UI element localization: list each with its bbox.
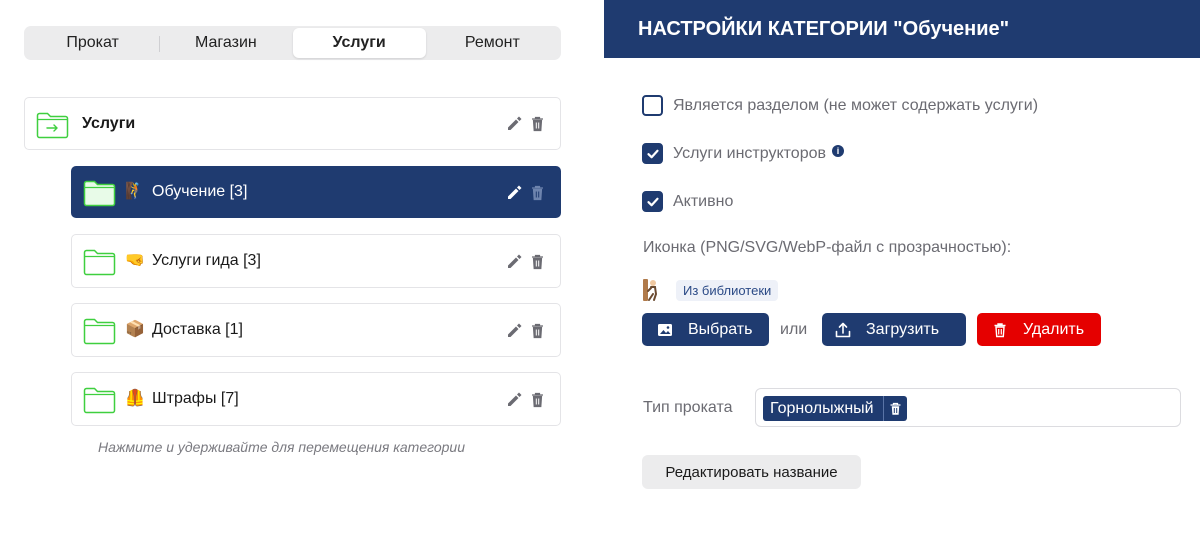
package-icon: 📦 [125,321,145,338]
category-item-training[interactable]: 🧗 Обучение [3] [71,166,561,218]
drag-hint: Нажмите и удерживайте для перемещения ка… [98,439,465,455]
edit-pencil-icon[interactable] [506,184,523,201]
trash-icon[interactable] [529,115,546,132]
category-root[interactable]: Услуги [24,97,561,150]
edit-name-button[interactable]: Редактировать название [642,455,861,489]
category-item-guide[interactable]: 🤜 Услуги гида [3] [71,234,561,288]
select-button-label: Выбрать [688,320,753,338]
tab-shop[interactable]: Магазин [159,28,292,58]
chip-trash-icon[interactable] [882,396,907,421]
category-label: Услуги гида [3] [152,252,261,269]
edit-pencil-icon[interactable] [506,253,523,270]
rent-type-label: Тип проката [643,399,733,416]
is-section-checkbox[interactable] [642,95,663,116]
delete-button-label: Удалить [1023,320,1085,338]
category-label: Обучение [3] [152,183,248,200]
icon-section-title: Иконка (PNG/SVG/WebP-файл с прозрачность… [643,239,1012,256]
folder-icon [83,386,116,414]
rent-type-chip-label: Горнолыжный [770,399,874,417]
category-item-delivery[interactable]: 📦 Доставка [1] [71,303,561,357]
checkbox-row-active: Активно [642,191,733,212]
trash-icon[interactable] [529,391,546,408]
checkbox-row-instructors: Услуги инструкторов i [642,143,844,164]
category-label: Штрафы [7] [152,390,239,407]
library-badge: Из библиотеки [676,280,779,301]
trash-icon[interactable] [529,322,546,339]
image-icon [658,323,672,336]
select-icon-button[interactable]: Выбрать [642,313,769,346]
category-root-label: Услуги [82,114,136,132]
trash-icon[interactable] [529,253,546,270]
upload-icon [835,322,851,337]
upload-button-label: Загрузить [866,320,940,338]
category-label: Доставка [1] [152,321,243,338]
or-text: или [780,321,808,338]
tab-bar: Прокат Магазин Услуги Ремонт [24,26,561,60]
delete-icon-button[interactable]: Удалить [977,313,1101,346]
category-item-fines[interactable]: 🦺 Штрафы [7] [71,372,561,426]
tab-services[interactable]: Услуги [292,28,426,58]
checkbox-label: Услуги инструкторов [673,144,826,162]
trash-icon[interactable] [529,184,546,201]
info-icon[interactable]: i [832,144,844,157]
folder-icon [83,179,116,207]
safety-vest-icon: 🦺 [125,390,145,407]
fist-icon: 🤜 [125,252,145,269]
checkbox-label: Активно [673,192,734,210]
checkbox-row-is-section: Является разделом (не может содержать ус… [642,95,1038,116]
edit-pencil-icon[interactable] [506,322,523,339]
instructor-services-checkbox[interactable] [642,143,663,164]
rent-type-field[interactable]: Горнолыжный [755,388,1181,427]
checkbox-label: Является разделом (не может содержать ус… [673,96,1039,114]
active-checkbox[interactable] [642,191,663,212]
folder-icon [83,317,116,345]
climber-icon: 🧗 [125,183,145,200]
edit-pencil-icon[interactable] [506,391,523,408]
tab-rental[interactable]: Прокат [26,28,159,58]
rent-type-chip: Горнолыжный [763,396,907,421]
tab-repair[interactable]: Ремонт [426,28,559,58]
trash-icon [994,322,1006,337]
folder-icon [83,248,116,276]
climber-preview-icon [641,278,661,302]
folder-arrow-icon [36,111,69,138]
edit-pencil-icon[interactable] [506,115,523,132]
settings-title: НАСТРОЙКИ КАТЕГОРИИ "Обучение" [604,0,1200,58]
upload-icon-button[interactable]: Загрузить [822,313,966,346]
